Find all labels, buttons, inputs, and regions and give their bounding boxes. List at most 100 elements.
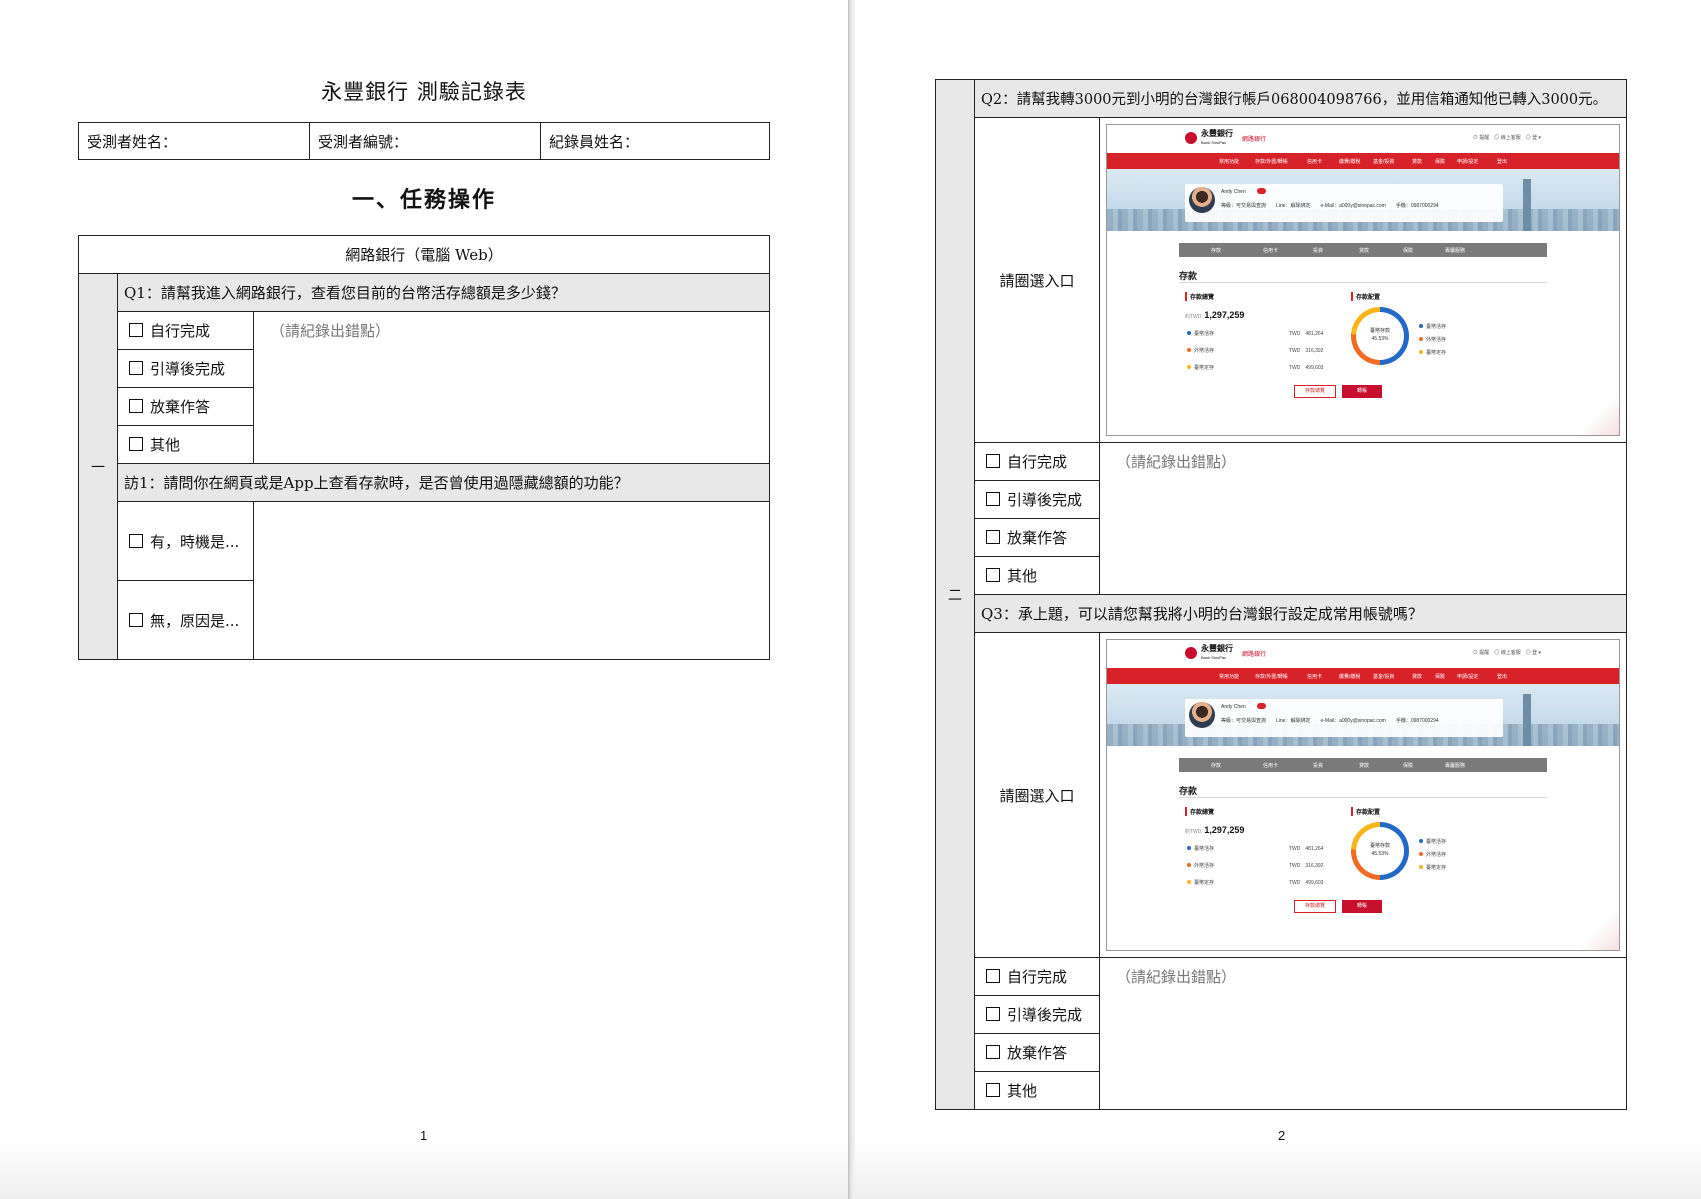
q2-option-give-up[interactable]: 放棄作答 xyxy=(974,518,1100,557)
account-row[interactable]: 臺幣活存 xyxy=(1187,330,1214,337)
account-row[interactable]: 臺幣活存 xyxy=(1187,845,1214,852)
nav-item[interactable]: 常用功能 xyxy=(1219,158,1239,165)
q2-option-other[interactable]: 其他 xyxy=(974,556,1100,595)
tab-exclusive[interactable]: 專屬服務 xyxy=(1445,762,1465,769)
checkbox-icon[interactable] xyxy=(986,530,1000,544)
q2-error-note-area[interactable]: （請紀錄出錯點） xyxy=(1099,442,1627,595)
checkbox-icon[interactable] xyxy=(986,492,1000,506)
interview-answer-area[interactable] xyxy=(253,501,770,660)
nav-item-logout[interactable]: 登出 xyxy=(1497,158,1507,165)
donut-center: 臺幣存款 45.53% xyxy=(1356,312,1404,360)
checkbox-icon[interactable] xyxy=(986,969,1000,983)
checkbox-icon[interactable] xyxy=(129,533,143,548)
nav-item[interactable]: 保險 xyxy=(1435,158,1445,165)
q3-option-other[interactable]: 其他 xyxy=(974,1071,1100,1110)
checkbox-icon[interactable] xyxy=(129,323,143,337)
nav-item[interactable]: 基金/投資 xyxy=(1373,158,1394,165)
participant-name-cell[interactable]: 受測者姓名： xyxy=(78,122,310,160)
checkbox-icon[interactable] xyxy=(986,1045,1000,1059)
account-row[interactable]: 外幣活存 xyxy=(1187,862,1214,869)
section-title: 一、任務操作 xyxy=(351,187,496,213)
account-row[interactable]: 外幣活存 xyxy=(1187,347,1214,354)
tab-credit-card[interactable]: 信用卡 xyxy=(1263,762,1278,769)
deposit-overview-button[interactable]: 存款總覽 xyxy=(1294,385,1336,398)
transfer-button[interactable]: 轉帳 xyxy=(1342,385,1382,398)
avatar xyxy=(1189,702,1215,728)
tab-insurance[interactable]: 保險 xyxy=(1403,762,1413,769)
nav-item[interactable]: 信用卡 xyxy=(1307,158,1322,165)
checkbox-icon[interactable] xyxy=(986,1007,1000,1021)
overview-heading: 存款總覽 xyxy=(1185,292,1214,301)
nav-item[interactable]: 申請/設定 xyxy=(1457,673,1478,680)
nav-item[interactable]: 基金/投資 xyxy=(1373,673,1394,680)
nav-item[interactable]: 繳費/繳稅 xyxy=(1339,158,1360,165)
checkbox-icon[interactable] xyxy=(129,612,143,627)
tab-loan[interactable]: 貸款 xyxy=(1359,247,1369,254)
option-give-up[interactable]: 放棄作答 xyxy=(117,387,254,426)
q3-option-self-complete[interactable]: 自行完成 xyxy=(974,957,1100,996)
group-label-1: 一 xyxy=(78,273,118,660)
tab-credit-card[interactable]: 信用卡 xyxy=(1263,247,1278,254)
bank-screenshot-q2[interactable]: 永豐銀行 Bank SinoPac 網路銀行 ⊙ 提醒 ◎ 線上客服 ◎ 登 ▾ … xyxy=(1106,124,1620,436)
question-q3: Q3：承上題，可以請您幫我將小明的台灣銀行設定成常用帳號嗎？ xyxy=(974,594,1627,633)
corner-decoration xyxy=(1573,910,1619,950)
nav-item[interactable]: 信用卡 xyxy=(1307,673,1322,680)
profile-card: Andy Chen 等級：可交易與查詢 Line：解除綁定 e-Mail：a00… xyxy=(1185,699,1503,737)
tab-exclusive[interactable]: 專屬服務 xyxy=(1445,247,1465,254)
bank-logo-text: 永豐銀行 Bank SinoPac xyxy=(1201,644,1233,661)
nav-item[interactable]: 貸款 xyxy=(1412,158,1422,165)
option-self-complete[interactable]: 自行完成 xyxy=(117,311,254,350)
checkbox-icon[interactable] xyxy=(129,437,143,451)
account-value: TWD 316,392 xyxy=(1289,348,1324,354)
checkbox-icon[interactable] xyxy=(129,361,143,375)
option-other[interactable]: 其他 xyxy=(117,425,254,464)
q3-option-guided-complete[interactable]: 引導後完成 xyxy=(974,995,1100,1034)
tab-loan[interactable]: 貸款 xyxy=(1359,762,1369,769)
deposit-title: 存款 xyxy=(1179,786,1198,796)
checkbox-icon[interactable] xyxy=(986,1083,1000,1097)
q2-option-self-complete[interactable]: 自行完成 xyxy=(974,442,1100,481)
deposit-overview-button[interactable]: 存款總覽 xyxy=(1294,900,1336,913)
top-links[interactable]: ⊙ 提醒 ◎ 線上客服 ◎ 登 ▾ xyxy=(1473,649,1541,656)
option-guided-complete[interactable]: 引導後完成 xyxy=(117,349,254,388)
nav-item[interactable]: 存款/外匯/轉帳 xyxy=(1255,158,1288,165)
recorder-name-cell[interactable]: 紀錄員姓名： xyxy=(540,122,770,160)
bank-logo-text: 永豐銀行 Bank SinoPac xyxy=(1201,129,1233,146)
profile-badge xyxy=(1257,188,1266,194)
account-row[interactable]: 臺幣定存 xyxy=(1187,364,1214,371)
error-note-area[interactable]: （請紀錄出錯點） xyxy=(253,311,770,464)
legend-item: 臺幣活存 xyxy=(1419,323,1446,330)
nav-item[interactable]: 存款/外匯/轉帳 xyxy=(1255,673,1288,680)
page-gutter xyxy=(848,0,855,1199)
q3-error-note-area[interactable]: （請紀錄出錯點） xyxy=(1099,957,1627,1110)
screenshot-cell-q3: 永豐銀行 Bank SinoPac 網路銀行 ⊙ 提醒 ◎ 線上客服 ◎ 登 ▾ … xyxy=(1099,632,1627,958)
top-links[interactable]: ⊙ 提醒 ◎ 線上客服 ◎ 登 ▾ xyxy=(1473,134,1541,141)
nav-item[interactable]: 常用功能 xyxy=(1219,673,1239,680)
q2-option-guided-complete[interactable]: 引導後完成 xyxy=(974,480,1100,519)
circle-entry-label-q3: 請圈選入口 xyxy=(974,632,1100,958)
corner-decoration xyxy=(1573,395,1619,435)
tab-insurance[interactable]: 保險 xyxy=(1403,247,1413,254)
participant-id-cell[interactable]: 受測者編號： xyxy=(309,122,541,160)
divider xyxy=(1179,282,1547,283)
tab-deposit[interactable]: 存款 xyxy=(1211,247,1221,254)
nav-item[interactable]: 貸款 xyxy=(1412,673,1422,680)
checkbox-icon[interactable] xyxy=(986,454,1000,468)
donut-center: 臺幣存款 45.53% xyxy=(1356,827,1404,875)
checkbox-icon[interactable] xyxy=(986,568,1000,582)
interview-option-no[interactable]: 無，原因是... xyxy=(117,580,254,660)
nav-item[interactable]: 申請/設定 xyxy=(1457,158,1478,165)
tab-invest[interactable]: 投資 xyxy=(1313,247,1323,254)
q3-option-give-up[interactable]: 放棄作答 xyxy=(974,1033,1100,1072)
tab-invest[interactable]: 投資 xyxy=(1313,762,1323,769)
interview-option-yes[interactable]: 有，時機是... xyxy=(117,501,254,581)
bank-screenshot-q3[interactable]: 永豐銀行 Bank SinoPac 網路銀行 ⊙ 提醒 ◎ 線上客服 ◎ 登 ▾ … xyxy=(1106,639,1620,951)
nav-item-logout[interactable]: 登出 xyxy=(1497,673,1507,680)
transfer-button[interactable]: 轉帳 xyxy=(1342,900,1382,913)
nav-item[interactable]: 保險 xyxy=(1435,673,1445,680)
tab-deposit[interactable]: 存款 xyxy=(1211,762,1221,769)
checkbox-icon[interactable] xyxy=(129,399,143,413)
nav-item[interactable]: 繳費/繳稅 xyxy=(1339,673,1360,680)
legend-item: 臺幣定存 xyxy=(1419,864,1446,871)
account-row[interactable]: 臺幣定存 xyxy=(1187,879,1214,886)
